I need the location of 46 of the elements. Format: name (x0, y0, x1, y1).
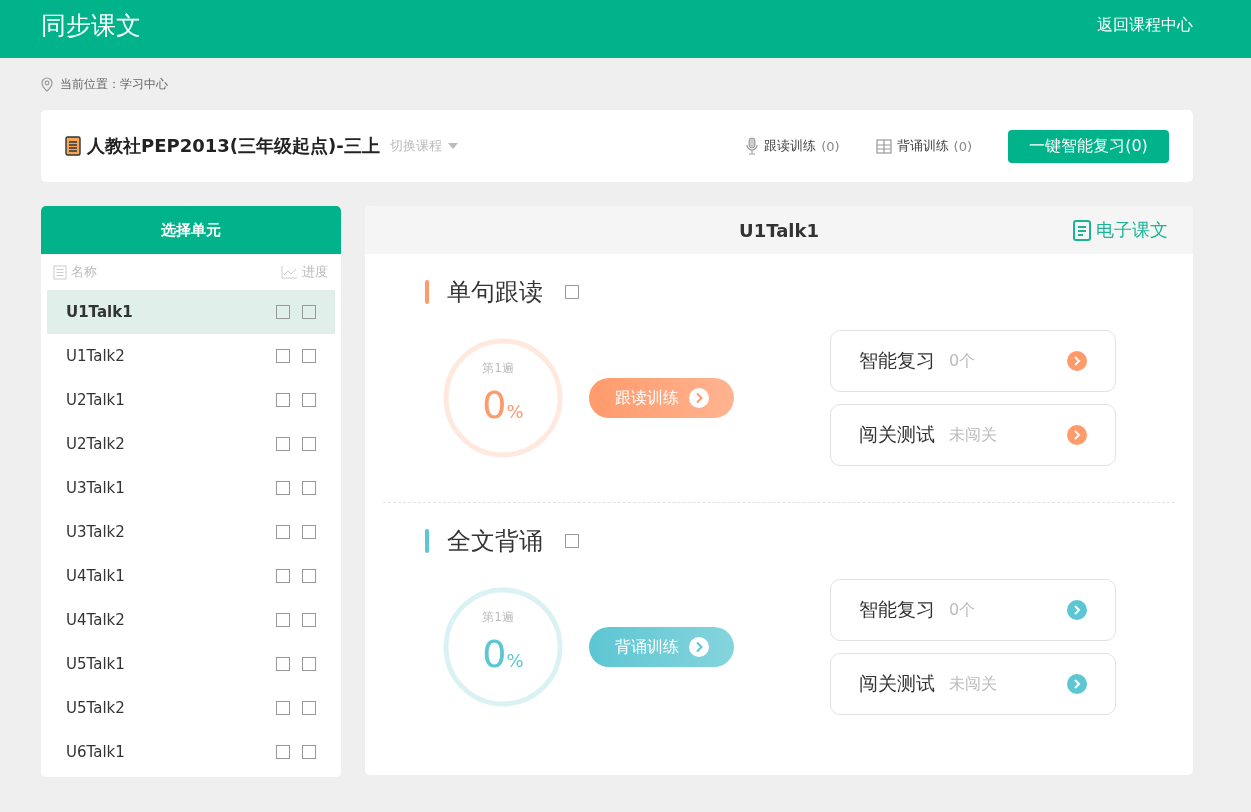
column-header: 名称 (71, 263, 97, 281)
chevron-right-icon (688, 637, 709, 657)
book-icon (65, 136, 81, 156)
percent-sign: % (506, 401, 524, 422)
chevron-right-icon (1067, 674, 1087, 694)
unit-item[interactable]: U1Talk2 (47, 334, 335, 378)
percent-value: 0 (482, 383, 507, 427)
microphone-icon (745, 137, 760, 155)
percent-value: 0 (482, 632, 507, 676)
chevron-right-icon (688, 388, 709, 408)
course-title: 人教社PEP2013(三年级起点)-三上 (87, 134, 380, 158)
panel-title: 选择单元 (161, 220, 221, 240)
unit-item[interactable]: U4Talk1 (47, 554, 335, 598)
unit-item[interactable]: U2Talk1 (47, 378, 335, 422)
chevron-right-icon (1067, 425, 1087, 445)
document-icon (1073, 219, 1091, 241)
column-header: 进度 (302, 263, 328, 281)
unit-item[interactable]: U5Talk1 (47, 642, 335, 686)
round-label: 第1遍 (482, 609, 514, 626)
chevron-right-icon (1067, 600, 1087, 620)
section-title: 全文背诵 (447, 526, 543, 557)
training-link[interactable]: 背诵训练 (0) (875, 137, 972, 155)
task-card[interactable]: 闯关测试 未闯关 (830, 404, 1116, 466)
unit-item[interactable]: U3Talk2 (47, 510, 335, 554)
line-chart-icon (281, 265, 298, 279)
unit-item[interactable]: U5Talk2 (47, 686, 335, 730)
round-label: 第1遍 (482, 360, 514, 377)
chevron-right-icon (1067, 351, 1087, 371)
unit-item[interactable]: U6Talk1 (47, 730, 335, 774)
task-card[interactable]: 智能复习 0个 (830, 330, 1116, 392)
page-title: 同步课文 (41, 9, 141, 42)
breadcrumb: 当前位置：学习中心 (60, 75, 168, 93)
percent-sign: % (506, 650, 524, 671)
caret-icon (447, 143, 458, 149)
list-icon (53, 264, 67, 280)
unit-item[interactable]: U2Talk2 (47, 422, 335, 466)
table-icon (875, 138, 892, 154)
location-pin-icon (41, 76, 53, 92)
unit-item[interactable]: U4Talk2 (47, 598, 335, 642)
lesson-title: U1Talk1 (739, 219, 819, 241)
task-card[interactable]: 闯关测试 未闯关 (830, 653, 1116, 715)
training-link[interactable]: 跟读训练 (0) (745, 137, 840, 155)
task-card[interactable]: 智能复习 0个 (830, 579, 1116, 641)
section-title: 单句跟读 (447, 277, 543, 308)
unit-item[interactable]: U1Talk1 (47, 290, 335, 334)
unit-item[interactable]: U3Talk1 (47, 466, 335, 510)
